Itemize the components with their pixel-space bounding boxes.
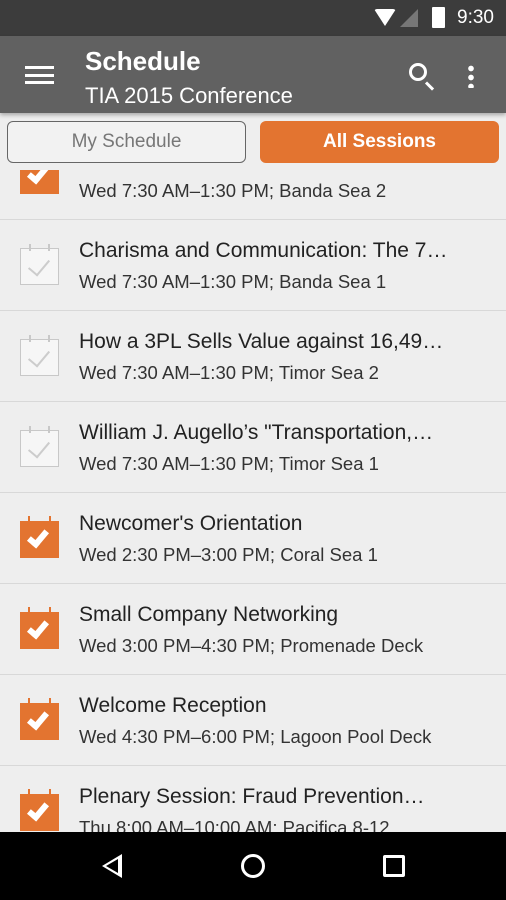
calendar-checked-icon[interactable] (20, 789, 59, 831)
schedule-tabs: My Schedule All Sessions (0, 113, 506, 170)
cell-signal-icon (400, 9, 418, 27)
session-row[interactable]: Newcomer's Orientation Wed 2:30 PM–3:00 P… (0, 493, 506, 584)
session-time-location: Wed 7:30 AM–1:30 PM; Banda Sea 2 (79, 180, 387, 201)
home-icon[interactable] (241, 854, 265, 878)
calendar-unchecked-icon[interactable] (20, 244, 59, 285)
checkmark-icon (26, 707, 50, 731)
calendar-checked-icon[interactable] (20, 698, 59, 740)
checkmark-icon (26, 798, 50, 822)
navigation-bar (0, 832, 506, 900)
calendar-checked-icon[interactable] (20, 607, 59, 649)
session-time-location: Thu 8:00 AM–10:00 AM; Pacifica 8-12 (79, 817, 390, 832)
calendar-checked-icon[interactable] (20, 170, 59, 194)
calendar-checked-icon[interactable] (20, 516, 59, 558)
calendar-unchecked-icon[interactable] (20, 335, 59, 376)
session-title: How a 3PL Sells Value against 16,49… (79, 330, 444, 353)
hamburger-menu-icon[interactable] (25, 66, 54, 84)
checkmark-icon (26, 525, 50, 549)
page-subtitle: TIA 2015 Conference (85, 83, 293, 108)
session-time-location: Wed 7:30 AM–1:30 PM; Timor Sea 2 (79, 362, 379, 383)
session-row[interactable]: William J. Augello’s "Transportation,… We… (0, 402, 506, 493)
session-title: William J. Augello’s "Transportation,… (79, 421, 434, 444)
session-row[interactable]: Charisma and Communication: The 7… Wed 7:… (0, 220, 506, 311)
session-list[interactable]: Wed 7:30 AM–1:30 PM; Banda Sea 2 Charisma… (0, 170, 506, 832)
checkmark-icon (27, 435, 51, 459)
session-row[interactable]: Welcome Reception Wed 4:30 PM–6:00 PM; La… (0, 675, 506, 766)
session-title: Small Company Networking (79, 603, 339, 626)
session-row[interactable]: Plenary Session: Fraud Prevention… Thu 8:… (0, 766, 506, 832)
app-toolbar: Schedule TIA 2015 Conference (0, 36, 506, 113)
session-time-location: Wed 3:00 PM–4:30 PM; Promenade Deck (79, 635, 424, 656)
session-title: Newcomer's Orientation (79, 512, 303, 535)
session-time-location: Wed 7:30 AM–1:30 PM; Banda Sea 1 (79, 271, 387, 292)
wifi-icon (374, 9, 396, 26)
session-row[interactable]: Small Company Networking Wed 3:00 PM–4:30… (0, 584, 506, 675)
checkmark-icon (27, 344, 51, 368)
tab-my-schedule[interactable]: My Schedule (7, 121, 246, 163)
session-time-location: Wed 2:30 PM–3:00 PM; Coral Sea 1 (79, 544, 378, 565)
tab-all-sessions[interactable]: All Sessions (260, 121, 499, 163)
session-title: Charisma and Communication: The 7… (79, 239, 448, 262)
search-icon[interactable] (409, 63, 427, 81)
back-icon[interactable] (102, 854, 122, 878)
checkmark-icon (26, 170, 50, 185)
session-row[interactable]: Wed 7:30 AM–1:30 PM; Banda Sea 2 (0, 170, 506, 220)
checkmark-icon (26, 616, 50, 640)
battery-charging-icon (432, 7, 445, 28)
checkmark-icon (27, 253, 51, 277)
status-bar: 9:30 (0, 0, 506, 36)
recent-apps-icon[interactable] (383, 855, 405, 877)
session-time-location: Wed 4:30 PM–6:00 PM; Lagoon Pool Deck (79, 726, 432, 747)
session-row[interactable]: How a 3PL Sells Value against 16,49… Wed … (0, 311, 506, 402)
page-title: Schedule (85, 46, 201, 76)
clock: 9:30 (457, 7, 494, 28)
session-time-location: Wed 7:30 AM–1:30 PM; Timor Sea 1 (79, 453, 379, 474)
more-options-icon[interactable] (468, 64, 474, 88)
session-title: Welcome Reception (79, 694, 267, 717)
session-title: Plenary Session: Fraud Prevention… (79, 785, 425, 808)
calendar-unchecked-icon[interactable] (20, 426, 59, 467)
